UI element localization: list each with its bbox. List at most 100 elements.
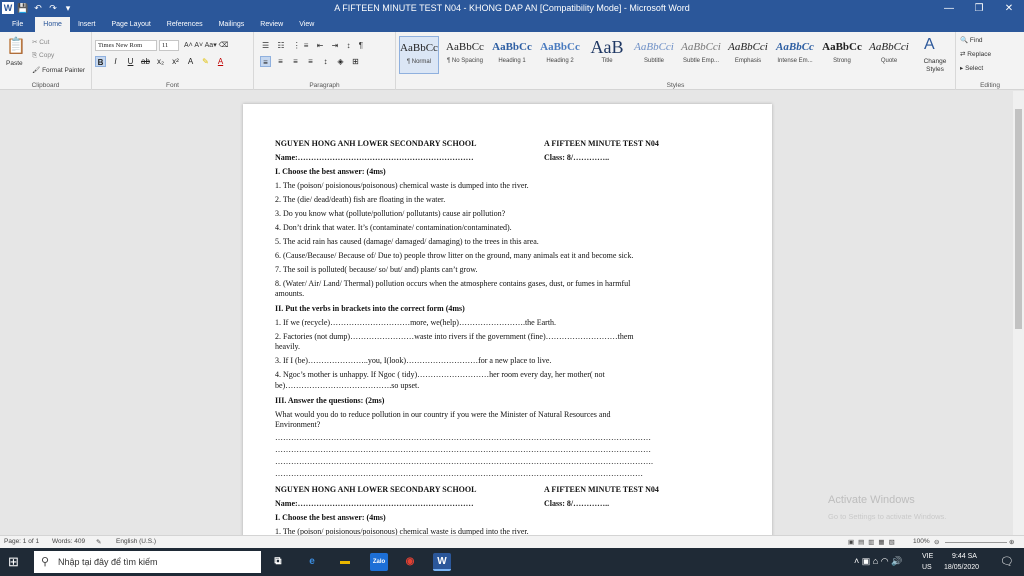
style-subtle-emphasis[interactable]: AaBbCci Subtle Emp... <box>681 36 721 74</box>
word-count[interactable]: Words: 409 <box>52 538 85 545</box>
tray-icons[interactable]: ˄ ▣ ⌂ ◠ 🔊 <box>854 556 902 567</box>
close-button[interactable]: ✕ <box>994 0 1024 17</box>
section-1-heading-2: I. Choose the best answer: (4ms) <box>275 513 386 522</box>
chrome-icon[interactable]: ◉ <box>401 553 419 571</box>
style-name: Strong <box>833 58 851 64</box>
tab-review[interactable]: Review <box>252 17 291 32</box>
tab-mailings[interactable]: Mailings <box>211 17 253 32</box>
bold-button[interactable]: B <box>95 56 106 67</box>
style-strong[interactable]: AaBbCc Strong <box>822 36 862 74</box>
align-center-button[interactable]: ≡ <box>275 56 286 67</box>
clipboard-label: Clipboard <box>31 82 60 89</box>
zoom-slider[interactable] <box>945 542 1007 543</box>
tab-home[interactable]: Home <box>35 17 70 32</box>
select-label: Select <box>965 65 984 72</box>
zoom-out-icon[interactable]: ⊖ <box>934 538 939 546</box>
file-explorer-icon[interactable]: ▬ <box>336 553 354 571</box>
notification-icon[interactable]: 🗨 <box>1000 555 1014 568</box>
edge-icon[interactable]: e <box>303 553 321 571</box>
page-count[interactable]: Page: 1 of 1 <box>4 538 39 545</box>
tab-file[interactable]: File <box>0 17 36 32</box>
tab-insert[interactable]: Insert <box>70 17 104 32</box>
school-name: NGUYEN HONG ANH LOWER SECONDARY SCHOOL <box>275 139 477 148</box>
italic-button[interactable]: I <box>110 56 121 67</box>
list-buttons-icons[interactable]: ☰ ☷ ⋮≡ ⇤ ⇥ ↕ ¶ <box>262 41 366 50</box>
question-1-copy: 1. The (poison/ poisionous/poisonous) ch… <box>275 527 529 535</box>
tab-page-layout[interactable]: Page Layout <box>103 17 158 32</box>
text-effects-icon[interactable]: A <box>185 56 196 67</box>
style-sample: AaBbCc <box>822 41 862 53</box>
shading-icon[interactable]: ◈ <box>335 56 346 67</box>
font-color-icon[interactable]: A <box>215 56 226 67</box>
subscript-button[interactable]: x₂ <box>155 56 166 67</box>
font-size-input[interactable]: 11 <box>159 40 179 51</box>
scrollbar-thumb[interactable] <box>1015 109 1022 329</box>
zoom-level[interactable]: 100% <box>913 538 930 545</box>
answer-line-4: …………………………………………………………………………………………………………… <box>275 469 643 478</box>
input-language-1[interactable]: VIE <box>922 553 933 560</box>
style-heading-2[interactable]: AaBbCc Heading 2 <box>540 36 580 74</box>
copy-button[interactable]: ⎘ Copy <box>32 52 54 60</box>
view-buttons-icons[interactable]: ▣▤▥▦▧ <box>848 538 899 546</box>
replace-label: Replace <box>967 51 992 58</box>
question-7: 7. The soil is polluted( because/ so/ bu… <box>275 265 478 274</box>
zalo-icon[interactable]: Zalo <box>370 553 388 571</box>
borders-icon[interactable]: ⊞ <box>350 56 361 67</box>
strikethrough-button[interactable]: ab <box>140 56 151 67</box>
align-right-button[interactable]: ≡ <box>290 56 301 67</box>
style-intense-emphasis[interactable]: AaBbCc Intense Em... <box>775 36 815 74</box>
verb-2-cont: heavily. <box>275 342 301 351</box>
style-name: Emphasis <box>734 58 762 64</box>
replace-button[interactable]: ⇄ Replace <box>960 50 991 58</box>
search-placeholder: Nhập tại đây để tìm kiếm <box>58 557 158 567</box>
change-styles-button[interactable]: Change Styles <box>918 58 952 74</box>
ribbon: 📋 Paste ✂ Cut ⎘ Copy 🖌 Format Painter Cl… <box>0 32 1024 90</box>
style-subtitle[interactable]: AaBbCci Subtitle <box>634 36 674 74</box>
font-format-buttons: B I U ab x₂ x² A ✎ A <box>95 56 226 67</box>
vertical-scrollbar[interactable] <box>1013 91 1024 535</box>
style-heading-1[interactable]: AaBbCc Heading 1 <box>492 36 532 74</box>
windows-start-icon[interactable]: ⊞ <box>8 554 19 570</box>
document-page[interactable]: NGUYEN HONG ANH LOWER SECONDARY SCHOOL A… <box>243 104 772 535</box>
clock-date[interactable]: 18/05/2020 <box>944 564 979 571</box>
find-button[interactable]: 🔍 Find <box>960 36 983 44</box>
word-taskbar-icon[interactable]: W <box>433 553 451 571</box>
paste-button[interactable]: Paste <box>6 60 23 67</box>
tab-references[interactable]: References <box>159 17 211 32</box>
section-1-heading: I. Choose the best answer: (4ms) <box>275 167 386 176</box>
zoom-in-icon[interactable]: ⊕ <box>1009 538 1014 546</box>
font-grow-shrink-icons[interactable]: A˄ A˅ Aa▾ ⌫ <box>184 41 229 49</box>
style-sample: AaBbCci <box>728 41 768 53</box>
clock-time[interactable]: 9:44 SA <box>952 553 977 560</box>
paste-icon[interactable]: 📋 <box>6 36 26 56</box>
style-quote[interactable]: AaBbCci Quote <box>869 36 909 74</box>
school-name-2: NGUYEN HONG ANH LOWER SECONDARY SCHOOL <box>275 485 477 494</box>
input-language-2[interactable]: US <box>922 564 932 571</box>
change-styles-icon[interactable]: A <box>924 36 935 54</box>
question-2: 2. The (die/ dead/death) fish are floati… <box>275 195 446 204</box>
language[interactable]: English (U.S.) <box>116 538 156 545</box>
style-name: Title <box>601 58 613 64</box>
maximize-button[interactable]: ❐ <box>964 0 994 17</box>
highlight-icon[interactable]: ✎ <box>200 56 211 67</box>
underline-button[interactable]: U <box>125 56 136 67</box>
style-emphasis[interactable]: AaBbCci Emphasis <box>728 36 768 74</box>
spellcheck-icon[interactable]: ✎ <box>96 538 101 546</box>
style-no-spacing[interactable]: AaBbCc ¶ No Spacing <box>445 36 485 74</box>
select-button[interactable]: ▸ Select <box>960 64 983 72</box>
font-name-input[interactable]: Times New Rom <box>95 40 157 51</box>
search-box[interactable]: ⚲ Nhập tại đây để tìm kiếm <box>34 551 261 573</box>
cut-button[interactable]: ✂ Cut <box>32 38 49 46</box>
task-view-icon[interactable]: ⧉ <box>269 553 287 571</box>
justify-button[interactable]: ≡ <box>305 56 316 67</box>
minimize-button[interactable]: — <box>934 0 964 17</box>
format-painter-button[interactable]: 🖌 Format Painter <box>32 66 85 74</box>
tab-view[interactable]: View <box>291 17 322 32</box>
align-left-button[interactable]: ≡ <box>260 56 271 67</box>
activate-windows-title: Activate Windows <box>828 494 915 506</box>
line-spacing-button[interactable]: ↕ <box>320 56 331 67</box>
style-normal[interactable]: AaBbCc ¶ Normal <box>399 36 439 74</box>
document-area[interactable]: NGUYEN HONG ANH LOWER SECONDARY SCHOOL A… <box>0 91 1013 535</box>
style-title[interactable]: AaB Title <box>587 36 627 74</box>
superscript-button[interactable]: x² <box>170 56 181 67</box>
